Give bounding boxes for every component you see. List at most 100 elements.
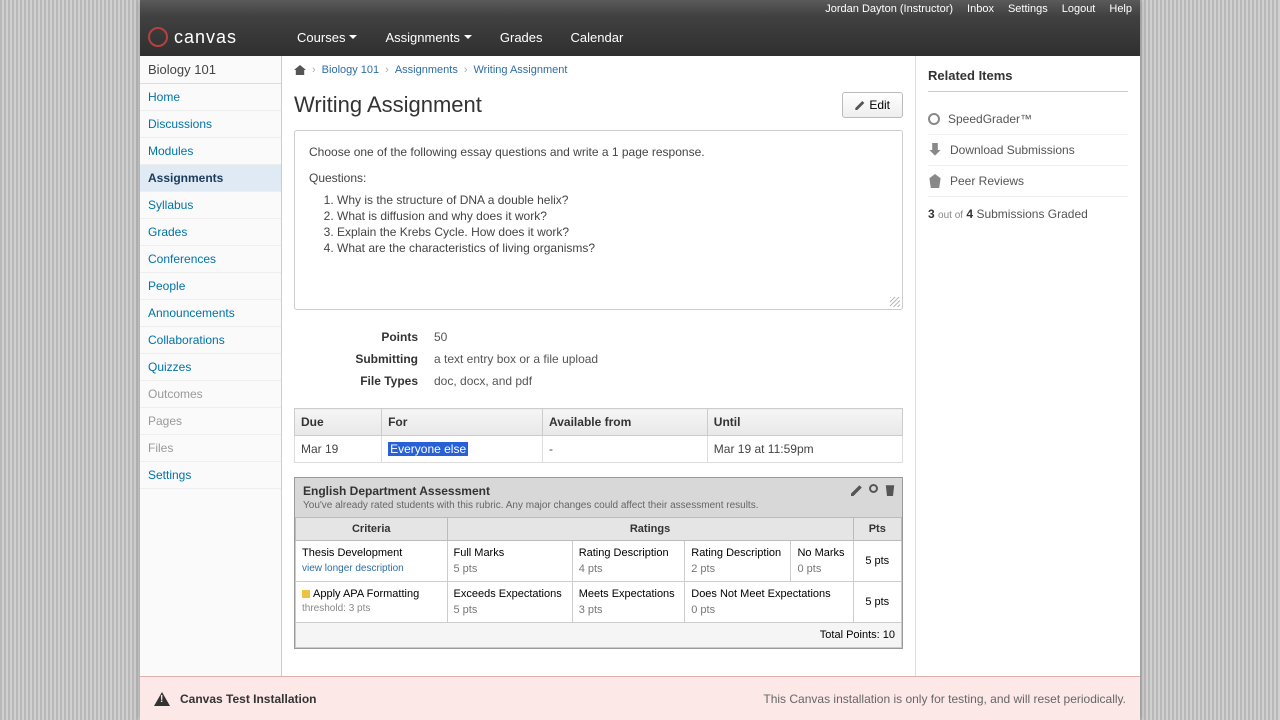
points-value: 50 (434, 330, 447, 344)
rubric-rating[interactable]: Exceeds Expectations5 pts (447, 582, 572, 623)
main-nav: canvas Courses Assignments Grades Calend… (140, 18, 1140, 56)
nav-assignments[interactable]: Assignments (385, 30, 471, 45)
submitting-label: Submitting (294, 352, 434, 366)
rubric-rating[interactable]: Does Not Meet Expectations0 pts (685, 582, 853, 623)
related-panel: Related Items SpeedGrader™ Download Subm… (916, 56, 1140, 720)
search-icon[interactable] (869, 484, 878, 493)
question-item: Why is the structure of DNA a double hel… (337, 193, 888, 207)
sidebar-item-settings[interactable]: Settings (140, 462, 281, 489)
col-avail: Available from (543, 409, 708, 436)
home-icon[interactable] (294, 65, 306, 75)
breadcrumb-section[interactable]: Assignments (395, 64, 458, 76)
nav-courses[interactable]: Courses (297, 30, 357, 45)
related-title: Related Items (928, 68, 1128, 92)
sidebar-item-modules[interactable]: Modules (140, 138, 281, 165)
sidebar-item-home[interactable]: Home (140, 84, 281, 111)
outcome-icon (302, 590, 310, 598)
submitting-value: a text entry box or a file upload (434, 352, 598, 366)
edit-rubric-icon[interactable] (851, 484, 863, 496)
logout-link[interactable]: Logout (1062, 3, 1096, 15)
test-install-banner: Canvas Test Installation This Canvas ins… (140, 676, 1140, 720)
rubric-row: Apply APA Formattingthreshold: 3 ptsExce… (296, 582, 902, 623)
chevron-down-icon (464, 35, 472, 39)
due-avail: - (543, 436, 708, 463)
rubric-rating[interactable]: Rating Description2 pts (685, 541, 791, 582)
warning-icon (154, 692, 170, 706)
view-description-link[interactable]: view longer description (302, 563, 441, 574)
rubric-rating[interactable]: Rating Description4 pts (572, 541, 685, 582)
due-row: Mar 19 Everyone else - Mar 19 at 11:59pm (295, 436, 903, 463)
rubric-pts: 5 pts (853, 541, 901, 582)
breadcrumb: › Biology 101 › Assignments › Writing As… (294, 56, 903, 84)
brand-text: canvas (174, 27, 237, 48)
rubric-col-pts: Pts (853, 518, 901, 541)
due-date: Mar 19 (295, 436, 382, 463)
sidebar-item-discussions[interactable]: Discussions (140, 111, 281, 138)
filetypes-value: doc, docx, and pdf (434, 374, 532, 388)
nav-grades[interactable]: Grades (500, 30, 543, 45)
course-sidebar: Biology 101 HomeDiscussionsModulesAssign… (140, 56, 282, 720)
user-topbar: Jordan Dayton (Instructor) Inbox Setting… (140, 0, 1140, 18)
sidebar-item-pages[interactable]: Pages (140, 408, 281, 435)
rubric-col-ratings: Ratings (447, 518, 853, 541)
due-for: Everyone else (382, 436, 543, 463)
rubric-total: Total Points: 10 (296, 623, 902, 648)
filetypes-label: File Types (294, 374, 434, 388)
page-title: Writing Assignment (294, 92, 482, 118)
rubric-col-criteria: Criteria (296, 518, 448, 541)
speedgrader-link[interactable]: SpeedGrader™ (928, 104, 1128, 135)
rubric-rating[interactable]: No Marks0 pts (791, 541, 853, 582)
due-dates-table: Due For Available from Until Mar 19 Ever… (294, 408, 903, 463)
desc-subhead: Questions: (309, 171, 888, 185)
question-item: What are the characteristics of living o… (337, 241, 888, 255)
peer-icon (928, 174, 942, 188)
rubric-row: Thesis Developmentview longer descriptio… (296, 541, 902, 582)
sidebar-item-files[interactable]: Files (140, 435, 281, 462)
submissions-status: 3 out of 4 Submissions Graded (928, 197, 1128, 231)
inbox-link[interactable]: Inbox (967, 3, 994, 15)
sidebar-item-assignments[interactable]: Assignments (140, 165, 281, 192)
sidebar-item-grades[interactable]: Grades (140, 219, 281, 246)
course-title: Biology 101 (140, 56, 281, 84)
col-until: Until (707, 409, 902, 436)
assignment-meta: Points50 Submittinga text entry box or a… (294, 326, 903, 392)
download-submissions-link[interactable]: Download Submissions (928, 135, 1128, 166)
rubric-pts: 5 pts (853, 582, 901, 623)
sidebar-item-syllabus[interactable]: Syllabus (140, 192, 281, 219)
col-for: For (382, 409, 543, 436)
sidebar-item-outcomes[interactable]: Outcomes (140, 381, 281, 408)
speedgrader-icon (928, 113, 940, 125)
rubric-rating[interactable]: Full Marks5 pts (447, 541, 572, 582)
rubric-criteria: Thesis Developmentview longer descriptio… (296, 541, 448, 582)
pencil-icon (855, 100, 865, 110)
nav-calendar[interactable]: Calendar (571, 30, 624, 45)
sidebar-item-quizzes[interactable]: Quizzes (140, 354, 281, 381)
peer-reviews-link[interactable]: Peer Reviews (928, 166, 1128, 197)
sidebar-item-collaborations[interactable]: Collaborations (140, 327, 281, 354)
question-item: Explain the Krebs Cycle. How does it wor… (337, 225, 888, 239)
edit-button[interactable]: Edit (842, 92, 903, 118)
rubric-rating[interactable]: Meets Expectations3 pts (572, 582, 685, 623)
footer-left: Canvas Test Installation (180, 692, 316, 706)
question-item: What is diffusion and why does it work? (337, 209, 888, 223)
rubric-note: You've already rated students with this … (303, 500, 894, 511)
brand-logo[interactable]: canvas (148, 27, 237, 48)
rubric-criteria: Apply APA Formattingthreshold: 3 pts (296, 582, 448, 623)
footer-right: This Canvas installation is only for tes… (763, 692, 1126, 706)
breadcrumb-page[interactable]: Writing Assignment (474, 64, 568, 76)
user-name[interactable]: Jordan Dayton (Instructor) (825, 3, 953, 15)
settings-link[interactable]: Settings (1008, 3, 1048, 15)
canvas-icon (148, 27, 168, 47)
help-link[interactable]: Help (1109, 3, 1132, 15)
sidebar-item-conferences[interactable]: Conferences (140, 246, 281, 273)
sidebar-item-announcements[interactable]: Announcements (140, 300, 281, 327)
delete-rubric-icon[interactable] (884, 484, 896, 496)
rubric: English Department Assessment You've alr… (294, 477, 903, 649)
sidebar-item-people[interactable]: People (140, 273, 281, 300)
download-icon (928, 143, 942, 157)
breadcrumb-course[interactable]: Biology 101 (322, 64, 380, 76)
due-until: Mar 19 at 11:59pm (707, 436, 902, 463)
resize-handle[interactable] (890, 297, 900, 307)
desc-intro: Choose one of the following essay questi… (309, 145, 888, 159)
chevron-down-icon (349, 35, 357, 39)
